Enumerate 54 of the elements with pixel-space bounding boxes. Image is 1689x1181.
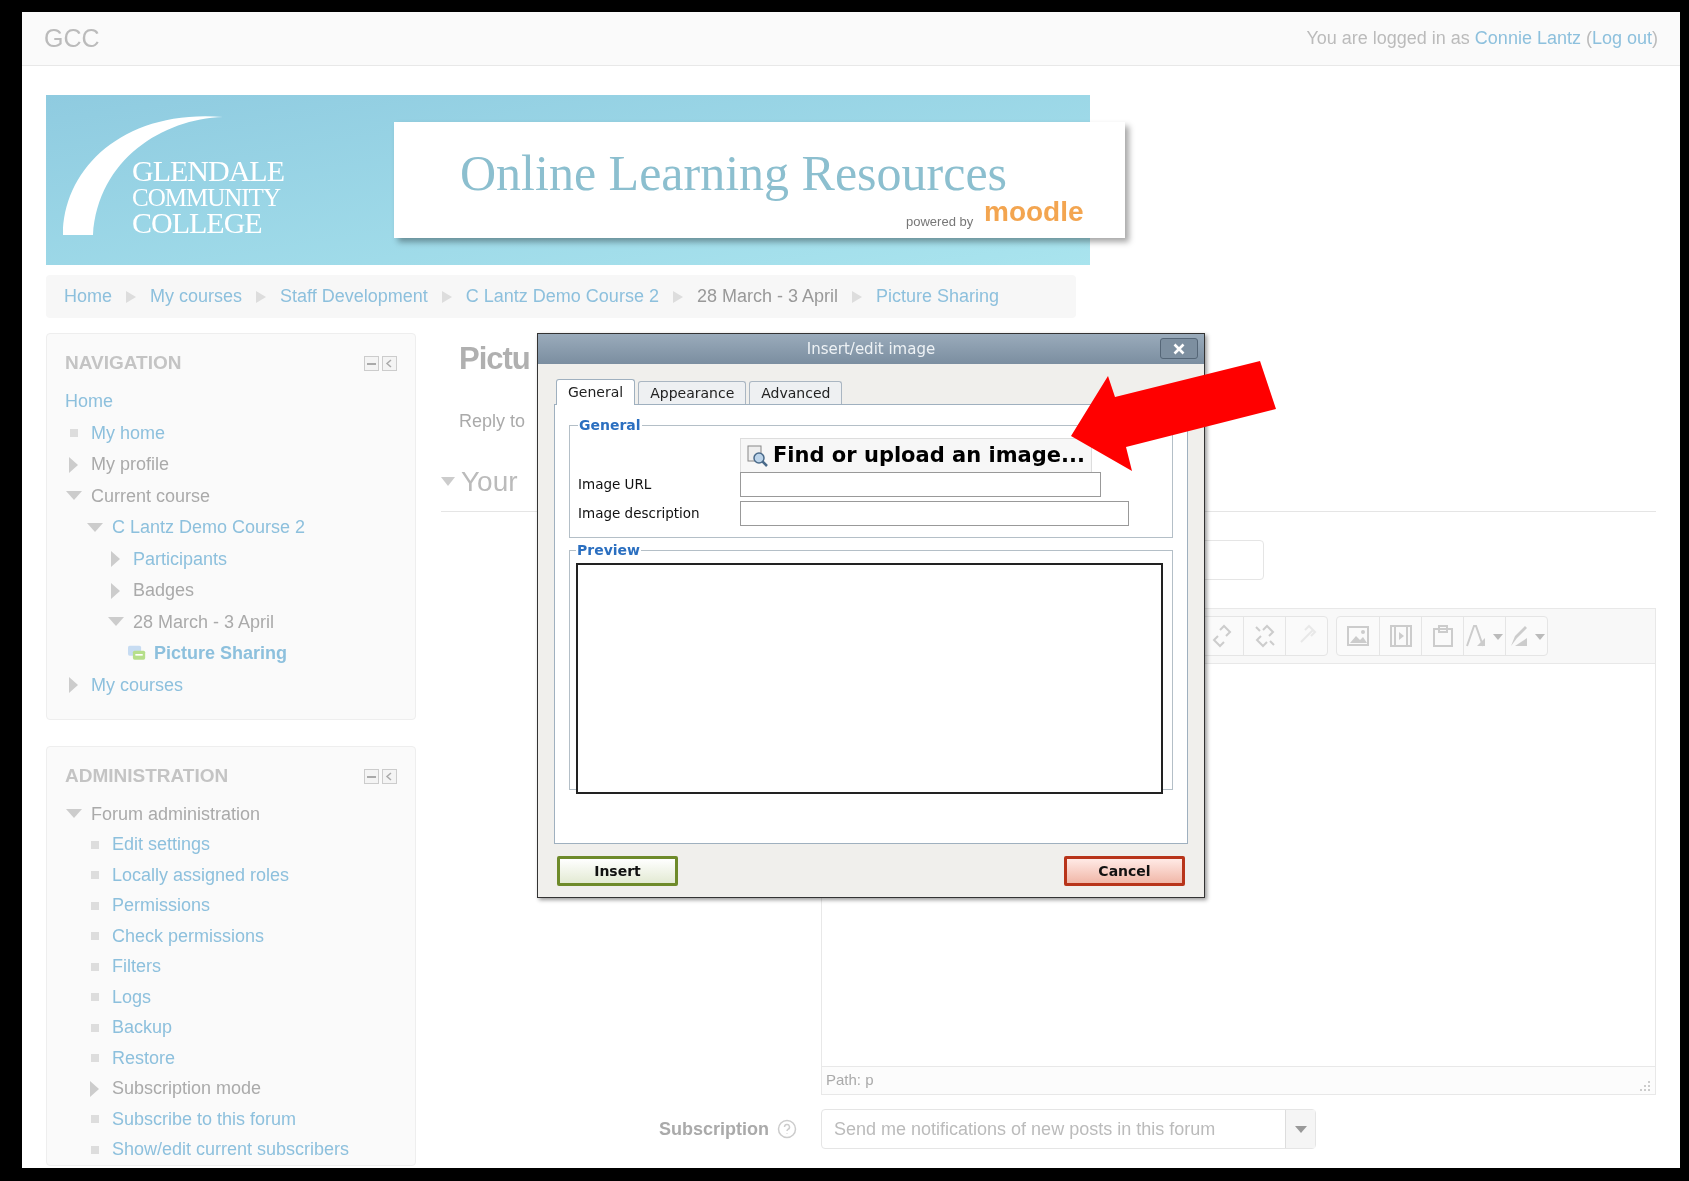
group-legend: General [578,415,642,436]
insert-button[interactable]: Insert [557,856,678,886]
nav-item[interactable]: Current course [91,482,211,510]
nav-item[interactable]: 28 March - 3 April [133,608,275,636]
logout-link[interactable]: Log out [1591,28,1652,48]
reply-text: Reply to [459,410,526,433]
nav-link[interactable]: Restore [112,1044,176,1072]
nav-link[interactable]: Show/edit current subscribers [112,1136,350,1164]
breadcrumb-link[interactable]: C Lantz Demo Course 2 [465,283,659,310]
college-name-line: GLENDALE [132,157,284,186]
nav-item[interactable]: Badges [133,577,195,605]
nav-link[interactable]: Picture Sharing [154,640,288,668]
page-heading: Pictu [459,343,530,374]
powered-by-text: powered by [906,213,974,231]
field-label: Subscription [659,1117,769,1141]
nav-link[interactable]: Filters [112,953,161,981]
breadcrumb-item: 28 March - 3 April [696,285,838,308]
dialog-title: Insert/edit image [806,338,936,360]
nav-link[interactable]: C Lantz Demo Course 2 [112,514,306,542]
login-info: You are logged in as Connie Lantz (Log out) [1306,27,1658,50]
breadcrumb-link[interactable]: Home [64,283,112,310]
user-link[interactable]: Connie Lantz [1474,28,1581,48]
college-name-line: COLLEGE [132,209,263,238]
site-name[interactable]: GCC [44,19,100,58]
nav-link[interactable]: Home [65,388,113,416]
breadcrumb-link[interactable]: My courses [150,283,243,310]
editor-path: Path: p [826,1070,874,1091]
nav-link[interactable]: Logs [112,983,152,1011]
nav-link[interactable]: Subscribe to this forum [112,1105,297,1133]
nav-item[interactable]: Forum administration [91,800,261,828]
nav-link[interactable]: Backup [112,1014,173,1042]
college-name-line: COMMUNITY [132,185,282,210]
field-label: Image description [578,504,701,524]
breadcrumb-link[interactable]: Picture Sharing [875,283,1000,310]
nav-link[interactable]: Edit settings [112,831,211,859]
nav-link[interactable]: My home [91,419,166,447]
breadcrumb-link[interactable]: Staff Development [280,283,428,310]
nav-link[interactable]: Check permissions [112,922,265,950]
find-upload-button[interactable]: Find or upload an image... [740,438,1092,474]
nav-item[interactable]: Subscription mode [112,1075,262,1103]
nav-link[interactable]: Participants [133,545,228,573]
moodle-logo: moodle [984,198,1084,226]
group-legend: Preview [576,540,641,561]
nav-link[interactable]: Permissions [112,892,211,920]
nav-link[interactable]: Locally assigned roles [112,861,290,889]
dialog-tab[interactable]: Advanced [749,381,843,404]
cancel-button[interactable]: Cancel [1064,856,1185,886]
field-label: Image URL [578,475,653,495]
dialog-tab[interactable]: General [556,379,636,405]
subscription-select[interactable]: Send me notifications of new posts in this forum [821,1109,1316,1149]
dialog-tab[interactable]: Appearance [638,381,747,404]
nav-item[interactable]: My profile [91,451,170,479]
section-title[interactable]: Your [461,461,518,503]
nav-link[interactable]: My courses [91,671,184,699]
